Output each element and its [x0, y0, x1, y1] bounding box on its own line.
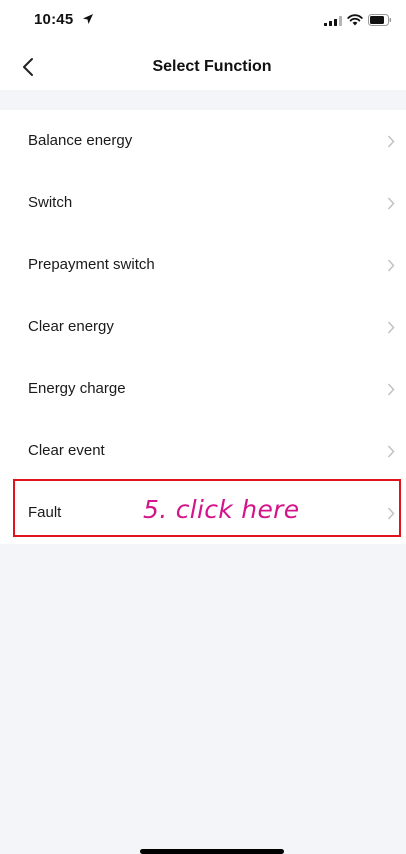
cellular-signal-icon	[324, 16, 342, 26]
list-item-energy-charge[interactable]: Energy charge	[0, 358, 406, 420]
chevron-right-icon	[387, 321, 395, 334]
list-item-label: Energy charge	[28, 380, 126, 397]
list-item-prepayment-switch[interactable]: Prepayment switch	[0, 234, 406, 296]
list-item-label: Clear event	[28, 442, 105, 459]
list-item-label: Balance energy	[28, 132, 133, 149]
list-item-clear-energy[interactable]: Clear energy	[0, 296, 406, 358]
page-title: Select Function	[152, 58, 272, 75]
list-item-label: Prepayment switch	[28, 256, 155, 273]
list-item-label: Switch	[28, 194, 73, 211]
chevron-right-icon	[387, 135, 395, 148]
location-arrow-icon	[83, 14, 93, 24]
section-spacer	[0, 90, 406, 110]
home-indicator	[140, 849, 284, 854]
annotation-text: 5. click here	[143, 495, 300, 524]
chevron-right-icon	[387, 383, 395, 396]
status-bar: 10:45	[0, 0, 406, 44]
chevron-right-icon	[387, 197, 395, 210]
list-item-clear-event[interactable]: Clear event	[0, 420, 406, 482]
chevron-right-icon	[387, 259, 395, 272]
select-function-screen: 10:45 Select Function Balance energy Swi…	[0, 0, 406, 854]
list-item-label: Clear energy	[28, 318, 114, 335]
battery-icon	[368, 14, 392, 26]
list-item-switch[interactable]: Switch	[0, 172, 406, 234]
navigation-bar: Select Function	[0, 44, 406, 90]
wifi-icon	[347, 14, 363, 26]
status-time: 10:45	[34, 11, 74, 28]
chevron-right-icon	[387, 445, 395, 458]
list-item-balance-energy[interactable]: Balance energy	[0, 110, 406, 172]
